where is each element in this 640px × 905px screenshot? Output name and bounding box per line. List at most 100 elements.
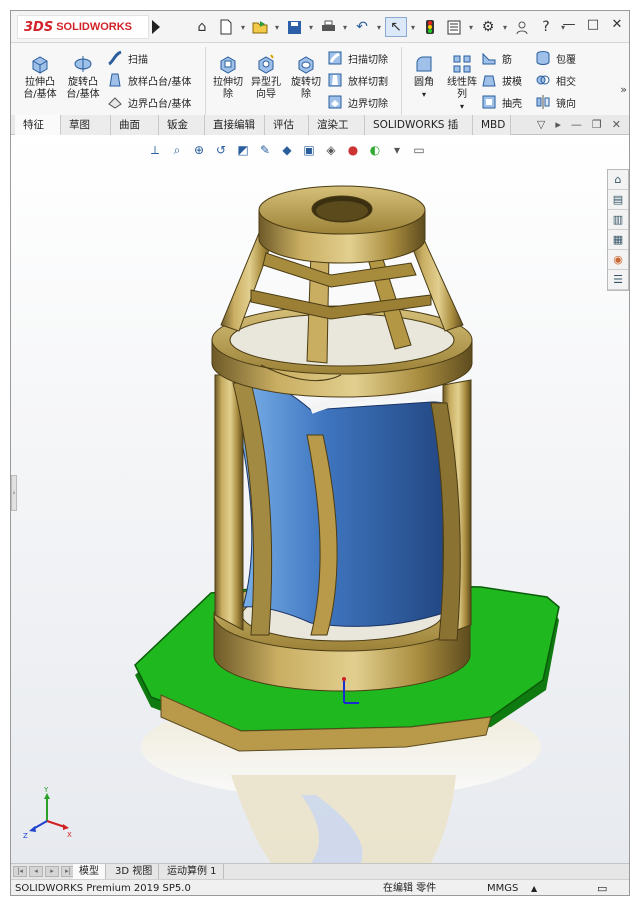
first-tab-icon[interactable]: |◂ bbox=[13, 866, 27, 877]
tab-render-tools[interactable]: 渲染工具 bbox=[309, 115, 365, 151]
save-icon[interactable] bbox=[283, 17, 305, 37]
triad-y-label: Y bbox=[43, 787, 49, 794]
solidworks-logo[interactable]: 3DS SOLIDWORKS bbox=[17, 15, 149, 39]
triad-x-label: X bbox=[67, 831, 72, 839]
units-arrow-icon[interactable]: ▲ bbox=[531, 880, 537, 895]
file-properties-icon[interactable] bbox=[443, 17, 465, 37]
linear-pattern-icon bbox=[453, 55, 471, 73]
chevron-down-icon[interactable]: ▾ bbox=[307, 17, 315, 37]
expand-icon[interactable]: ▸ bbox=[555, 118, 561, 131]
print-icon[interactable] bbox=[317, 17, 339, 37]
revolve-cut-button[interactable]: 旋转切 除 bbox=[285, 53, 327, 101]
help-icon[interactable]: ? bbox=[535, 17, 557, 37]
revolve-cut-label: 旋转切 除 bbox=[291, 77, 321, 100]
rib-icon bbox=[482, 52, 496, 65]
extrude-boss-icon bbox=[32, 56, 48, 74]
chevron-down-icon[interactable]: ▾ bbox=[403, 89, 445, 101]
tab-3d-view[interactable]: 3D 视图 bbox=[109, 864, 160, 879]
chevron-down-icon[interactable]: ▾ bbox=[273, 17, 281, 37]
shell-label: 抽壳 bbox=[502, 98, 522, 110]
close-icon[interactable]: ✕ bbox=[612, 118, 621, 131]
tab-direct-editing[interactable]: 直接编辑 bbox=[205, 115, 265, 135]
tab-features[interactable]: 特征 bbox=[15, 115, 61, 135]
next-tab-icon[interactable]: ▸ bbox=[45, 866, 59, 877]
minimize-button[interactable]: — bbox=[561, 17, 577, 35]
filter-icon[interactable]: ▽ bbox=[537, 118, 545, 131]
tab-surfaces[interactable]: 曲面 bbox=[111, 115, 159, 135]
title-bar: 3DS SOLIDWORKS ⌂ ▾ ▾ ▾ ▾ ↶ ▾ ↖ ▾ ▾ ⚙ ▾ ?… bbox=[11, 11, 629, 43]
extrude-cut-button[interactable]: 拉伸切 除 bbox=[207, 53, 249, 101]
restore-icon[interactable]: ❐ bbox=[592, 118, 602, 131]
close-button[interactable]: ✕ bbox=[609, 17, 625, 35]
wrap-button[interactable]: 包覆 bbox=[535, 49, 576, 67]
tab-solidworks-addins[interactable]: SOLIDWORKS 插件 bbox=[365, 115, 473, 151]
tab-scroll-arrows: |◂ ◂ ▸ ▸| bbox=[13, 866, 75, 877]
options-icon[interactable]: ⚙ bbox=[477, 17, 499, 37]
tab-model[interactable]: 模型 bbox=[73, 864, 106, 879]
comment-icon[interactable]: ▭ bbox=[597, 880, 607, 895]
rib-label: 筋 bbox=[502, 54, 512, 66]
undo-icon[interactable]: ↶ bbox=[351, 17, 373, 37]
loft-cut-label: 放样切割 bbox=[348, 76, 388, 88]
loft-boss-icon bbox=[109, 73, 121, 87]
part-model[interactable] bbox=[11, 135, 630, 863]
loft-cut-icon bbox=[328, 73, 342, 87]
new-document-icon[interactable] bbox=[215, 17, 237, 37]
fillet-button[interactable]: 圆角 ▾ bbox=[403, 53, 445, 101]
top-hub bbox=[258, 185, 426, 264]
intersect-label: 相交 bbox=[556, 76, 576, 88]
model-view-tabs: |◂ ◂ ▸ ▸| 模型 3D 视图 运动算例 1 bbox=[11, 863, 629, 879]
tab-evaluate[interactable]: 评估 bbox=[265, 115, 309, 135]
rib-button[interactable]: 筋 bbox=[481, 49, 512, 67]
home-icon[interactable]: ⌂ bbox=[191, 17, 213, 37]
chevron-down-icon[interactable]: ▾ bbox=[467, 17, 475, 37]
triad-z-label: Z bbox=[23, 832, 28, 840]
revolve-boss-label: 旋转凸 台/基体 bbox=[66, 77, 100, 100]
tab-motion-study[interactable]: 运动算例 1 bbox=[161, 864, 224, 879]
hole-wizard-button[interactable]: 异型孔 向导 bbox=[245, 53, 287, 101]
boundary-cut-button[interactable]: 边界切除 bbox=[327, 93, 388, 111]
sweep-cut-button[interactable]: 扫描切除 bbox=[327, 49, 388, 67]
linear-pattern-button[interactable]: 线性阵 列 ▾ bbox=[441, 53, 483, 113]
boundary-boss-button[interactable]: 边界凸台/基体 bbox=[107, 93, 191, 111]
loft-boss-button[interactable]: 放样凸台/基体 bbox=[107, 71, 191, 89]
linear-pattern-label: 线性阵 列 bbox=[447, 77, 477, 100]
minimize-icon[interactable]: — bbox=[571, 118, 582, 131]
ribbon-overflow-button[interactable]: » bbox=[620, 83, 627, 96]
chevron-down-icon[interactable]: ▾ bbox=[341, 17, 349, 37]
tab-sheet-metal[interactable]: 钣金 bbox=[159, 115, 205, 135]
tab-mbd[interactable]: MBD bbox=[473, 115, 511, 135]
play-triangle-icon[interactable] bbox=[152, 20, 160, 34]
open-icon[interactable] bbox=[249, 17, 271, 37]
boundary-cut-label: 边界切除 bbox=[348, 98, 388, 110]
chevron-down-icon[interactable]: ▾ bbox=[441, 101, 483, 113]
boundary-boss-icon bbox=[108, 97, 122, 109]
tab-sketch[interactable]: 草图 bbox=[61, 115, 111, 135]
wrap-label: 包覆 bbox=[556, 54, 576, 66]
sweep-button[interactable]: 扫描 bbox=[107, 49, 148, 67]
user-icon[interactable] bbox=[511, 17, 533, 37]
loft-cut-button[interactable]: 放样切割 bbox=[327, 71, 388, 89]
chevron-down-icon[interactable]: ▾ bbox=[409, 17, 417, 37]
revolve-boss-button[interactable]: 旋转凸 台/基体 bbox=[62, 53, 104, 101]
unit-system[interactable]: MMGS bbox=[487, 880, 518, 895]
loft-boss-label: 放样凸台/基体 bbox=[128, 76, 192, 88]
extrude-cut-label: 拉伸切 除 bbox=[213, 77, 243, 100]
reference-triad: Y X Z bbox=[23, 787, 72, 840]
ds-logo-mark: 3DS bbox=[24, 19, 54, 35]
chevron-down-icon[interactable]: ▾ bbox=[501, 17, 509, 37]
draft-icon bbox=[482, 75, 496, 87]
select-icon[interactable]: ↖ bbox=[385, 17, 407, 37]
shell-button[interactable]: 抽壳 bbox=[481, 93, 522, 111]
prev-tab-icon[interactable]: ◂ bbox=[29, 866, 43, 877]
chevron-down-icon[interactable]: ▾ bbox=[239, 17, 247, 37]
restore-button[interactable]: □ bbox=[585, 17, 601, 35]
graphics-area[interactable]: ⟂ ⌕ ⊕ ↺ ◩ ✎ ◆ ▣ ◈ ● ◐ ▾ ▭ ⌂ ▤ ▥ ▦ ◉ ☰ › bbox=[11, 135, 630, 863]
rebuild-icon[interactable] bbox=[419, 17, 441, 37]
chevron-down-icon[interactable]: ▾ bbox=[375, 17, 383, 37]
intersect-button[interactable]: 相交 bbox=[535, 71, 576, 89]
mirror-button[interactable]: 镜向 bbox=[535, 93, 576, 111]
draft-button[interactable]: 拔模 bbox=[481, 71, 522, 89]
extrude-boss-button[interactable]: 拉伸凸 台/基体 bbox=[19, 53, 61, 101]
sweep-cut-label: 扫描切除 bbox=[348, 54, 388, 66]
